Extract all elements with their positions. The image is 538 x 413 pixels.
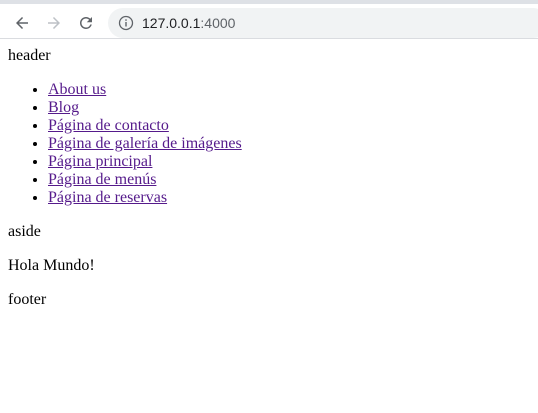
nav-list: About us Blog Página de contacto Página … — [8, 81, 530, 207]
address-bar[interactable]: 127.0.0.1:4000 — [108, 8, 538, 38]
nav-link-galeria[interactable]: Página de galería de imágenes — [48, 135, 242, 152]
reload-icon — [80, 17, 92, 29]
nav-link-blog[interactable]: Blog — [48, 99, 79, 116]
arrow-right-icon — [48, 17, 60, 29]
list-item: Página de menús — [48, 171, 530, 189]
footer-text: footer — [8, 291, 47, 308]
nav-link-menus[interactable]: Página de menús — [48, 171, 156, 188]
nav-link-about-us[interactable]: About us — [48, 81, 106, 98]
page-content: header About us Blog Página de contacto … — [0, 39, 538, 333]
list-item: Página de galería de imágenes — [48, 135, 530, 153]
forward-button[interactable] — [42, 11, 66, 35]
list-item: Página de reservas — [48, 189, 530, 207]
nav-link-contacto[interactable]: Página de contacto — [48, 117, 169, 134]
browser-toolbar: 127.0.0.1:4000 — [0, 0, 538, 39]
url-text: 127.0.0.1:4000 — [142, 15, 235, 31]
reload-button[interactable] — [74, 11, 98, 35]
list-item: Blog — [48, 99, 530, 117]
main-text: Hola Mundo! — [8, 257, 95, 274]
list-item: About us — [48, 81, 530, 99]
aside-text: aside — [8, 223, 41, 240]
nav-link-reservas[interactable]: Página de reservas — [48, 189, 167, 206]
arrow-left-icon — [16, 17, 28, 29]
back-button[interactable] — [10, 11, 34, 35]
list-item: Página principal — [48, 153, 530, 171]
header-text: header — [8, 47, 51, 64]
url-port: :4000 — [200, 15, 236, 31]
list-item: Página de contacto — [48, 117, 530, 135]
url-host: 127.0.0.1 — [142, 15, 201, 31]
nav-link-principal[interactable]: Página principal — [48, 153, 152, 170]
info-icon[interactable] — [118, 15, 134, 31]
